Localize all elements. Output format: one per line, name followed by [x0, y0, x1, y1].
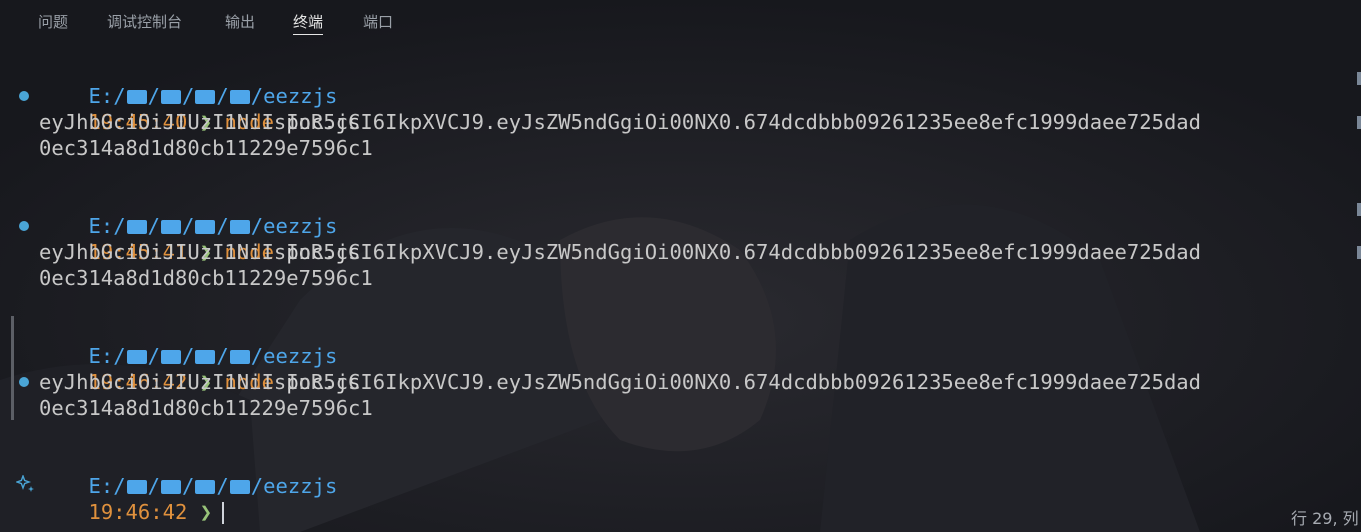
output-line: eyJhbGciOiJIUzI1NiIsInR5cCI6IkpXVCJ9.eyJ…: [39, 110, 1202, 134]
scrollbar-marker[interactable]: [1357, 116, 1361, 129]
sparkle-icon[interactable]: [16, 475, 36, 495]
scrollbar-marker[interactable]: [1357, 72, 1361, 85]
output-line: 0ec314a8d1d80cb11229e7596c1: [39, 266, 373, 290]
terminal-panel: { "tabs": [ {"label": "问题"}, {"label": "…: [0, 0, 1361, 532]
output-line: eyJhbGciOiJIUzI1NiIsInR5cCI6IkpXVCJ9.eyJ…: [39, 240, 1202, 264]
tab-debug-console[interactable]: 调试控制台: [107, 11, 182, 35]
command-line: 19:45:41 ❯ node poc.js: [88, 240, 361, 264]
text-cursor: [222, 502, 225, 524]
tab-output[interactable]: 输出: [225, 11, 255, 35]
output-line: 0ec314a8d1d80cb11229e7596c1: [39, 396, 373, 420]
prompt-path: E:// / //eezzjs: [88, 214, 338, 238]
prompt-path: E:// / //eezzjs: [88, 474, 338, 498]
cursor-position-status[interactable]: 行 29, 列: [1291, 505, 1359, 529]
panel-tab-bar: 问题 调试控制台 输出 终端 端口: [0, 0, 1361, 44]
command-line: 19:46:42 ❯ node poc.js: [88, 370, 361, 394]
scrollbar-marker[interactable]: [1357, 203, 1361, 216]
folder-icon: [229, 480, 250, 494]
tab-terminal[interactable]: 终端: [293, 11, 324, 35]
scrollbar-marker[interactable]: [1357, 246, 1361, 259]
command-decoration-icon[interactable]: [19, 377, 29, 387]
command-line: 19:45:40 ❯ node poc.js: [88, 110, 361, 134]
tab-ports[interactable]: 端口: [363, 11, 393, 35]
command-decoration-icon[interactable]: [19, 91, 29, 101]
output-line: eyJhbGciOiJIUzI1NiIsInR5cCI6IkpXVCJ9.eyJ…: [39, 370, 1202, 394]
prompt-path: E:// / //eezzjs: [88, 84, 338, 108]
prompt-path: E:// / //eezzjs: [88, 344, 338, 368]
tab-problems[interactable]: 问题: [38, 11, 68, 35]
command-decoration-icon[interactable]: [19, 221, 29, 231]
selected-command-bar: [11, 316, 14, 420]
current-prompt-line[interactable]: 19:46:42 ❯: [39, 473, 225, 524]
terminal-output[interactable]: E:// / //eezzjs 19:45:40 ❯ node poc.js eyJ…: [0, 46, 1361, 524]
output-line: 0ec314a8d1d80cb11229e7596c1: [39, 136, 373, 160]
